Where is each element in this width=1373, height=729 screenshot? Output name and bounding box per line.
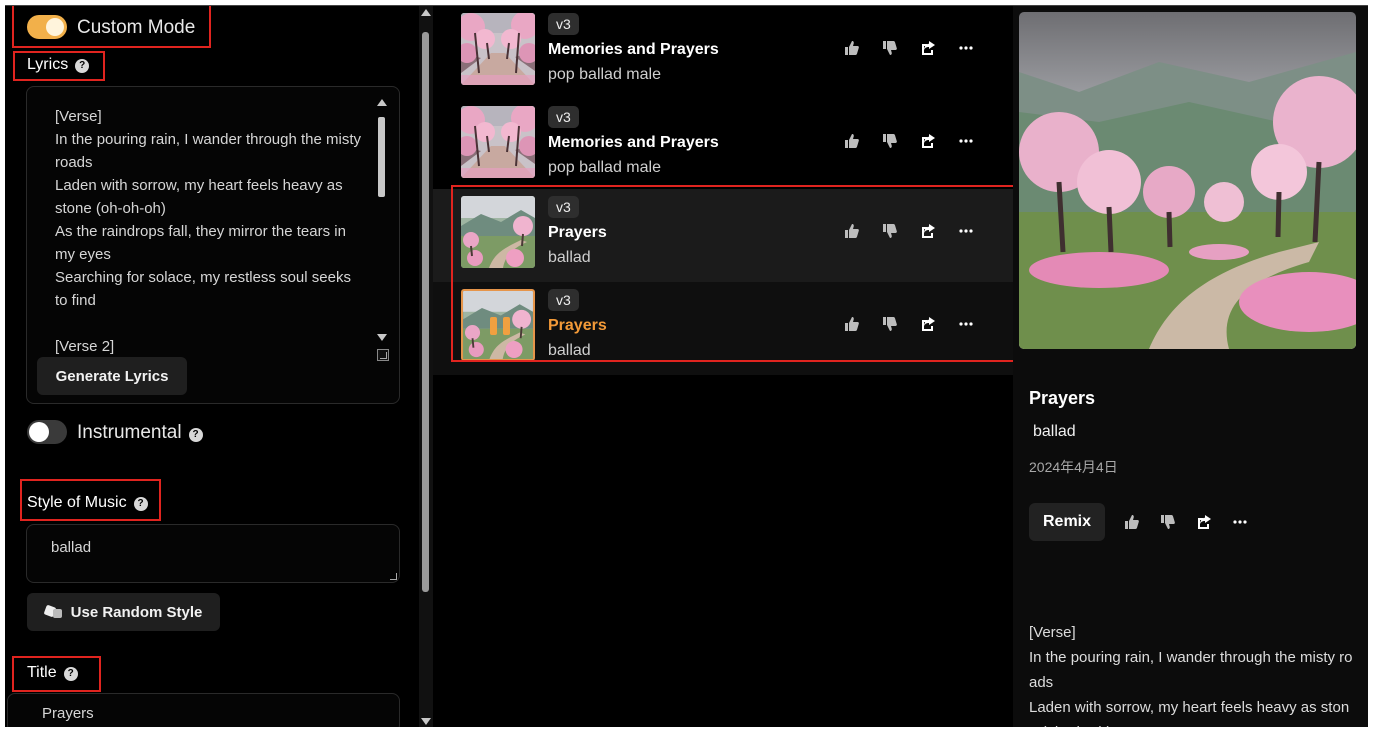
song-title[interactable]: Memories and Prayers — [548, 41, 719, 59]
title-label-text: Title — [27, 664, 57, 681]
style-of-music-input[interactable]: ballad — [26, 524, 400, 583]
lyrics-textarea[interactable]: [Verse] In the pouring rain, I wander th… — [26, 86, 400, 404]
list-scrollbar[interactable] — [419, 6, 433, 727]
lyrics-label: Lyrics? — [27, 56, 90, 74]
custom-mode-label: Custom Mode — [77, 17, 196, 38]
share-icon[interactable] — [919, 132, 937, 150]
more-icon[interactable] — [957, 132, 975, 150]
highlight-box — [451, 185, 1015, 362]
random-style-label: Use Random Style — [70, 603, 203, 621]
detail-actions: Remix — [1029, 503, 1249, 541]
detail-style: ballad — [1033, 423, 1076, 440]
title-input[interactable]: Prayers — [7, 693, 400, 727]
create-form-panel: Custom Mode Lyrics? [Verse] In the pouri… — [5, 6, 415, 727]
thumbs-down-icon[interactable] — [1159, 513, 1177, 531]
cover-art — [1019, 12, 1356, 349]
more-icon[interactable] — [957, 39, 975, 57]
instrumental-label: Instrumental? — [77, 422, 203, 444]
song-title[interactable]: Memories and Prayers — [548, 134, 719, 152]
song-row[interactable]: v3 Memories and Prayers pop ballad male — [433, 6, 1013, 99]
song-actions — [843, 129, 975, 153]
thumbs-up-icon[interactable] — [843, 132, 861, 150]
title-label: Title? — [27, 664, 78, 682]
lyrics-text[interactable]: [Verse] In the pouring rain, I wander th… — [55, 105, 365, 361]
version-badge: v3 — [548, 106, 579, 128]
use-random-style-button[interactable]: Use Random Style — [27, 593, 220, 631]
style-of-music-label: Style of Music? — [27, 494, 148, 512]
remix-button[interactable]: Remix — [1029, 503, 1105, 541]
lyrics-scrollbar[interactable] — [376, 99, 388, 341]
song-actions — [843, 36, 975, 60]
app-frame: Custom Mode Lyrics? [Verse] In the pouri… — [5, 5, 1368, 727]
scrollbar-thumb[interactable] — [422, 32, 429, 592]
share-icon[interactable] — [919, 39, 937, 57]
detail-title: Prayers — [1029, 388, 1096, 408]
help-icon[interactable]: ? — [75, 59, 90, 73]
dice-icon — [43, 604, 63, 619]
lyrics-label-text: Lyrics — [27, 56, 69, 73]
thumbs-up-icon[interactable] — [1123, 513, 1141, 531]
song-thumbnail[interactable] — [461, 13, 535, 85]
detail-lyrics: [Verse] In the pouring rain, I wander th… — [1029, 624, 1353, 727]
resize-handle-icon[interactable] — [377, 349, 389, 361]
thumbs-down-icon[interactable] — [881, 132, 899, 150]
more-icon[interactable] — [1231, 513, 1249, 531]
instrumental-toggle[interactable] — [27, 420, 67, 444]
thumbs-up-icon[interactable] — [843, 39, 861, 57]
song-style: pop ballad male — [548, 66, 661, 83]
custom-mode-toggle[interactable] — [27, 15, 67, 39]
generate-lyrics-button[interactable]: Generate Lyrics — [37, 357, 187, 395]
song-thumbnail[interactable] — [461, 106, 535, 178]
version-badge: v3 — [548, 13, 579, 35]
song-row[interactable]: v3 Memories and Prayers pop ballad male — [433, 99, 1013, 192]
song-style: pop ballad male — [548, 159, 661, 176]
share-icon[interactable] — [1195, 513, 1213, 531]
scroll-up-arrow-icon[interactable] — [377, 99, 387, 106]
scroll-down-arrow-icon[interactable] — [421, 718, 431, 725]
scroll-up-arrow-icon[interactable] — [421, 9, 431, 16]
help-icon[interactable]: ? — [63, 667, 78, 681]
song-detail-panel: Prayers ballad 2024年4月4日 Remix [Verse] I… — [1013, 6, 1368, 727]
help-icon[interactable]: ? — [188, 428, 203, 442]
detail-date: 2024年4月4日 — [1029, 459, 1118, 475]
scroll-down-arrow-icon[interactable] — [377, 334, 387, 341]
scrollbar-thumb[interactable] — [378, 117, 385, 197]
help-icon[interactable]: ? — [133, 497, 148, 511]
resize-handle-icon[interactable] — [389, 572, 398, 581]
instrumental-label-text: Instrumental — [77, 422, 182, 443]
style-label-text: Style of Music — [27, 494, 127, 511]
thumbs-down-icon[interactable] — [881, 39, 899, 57]
